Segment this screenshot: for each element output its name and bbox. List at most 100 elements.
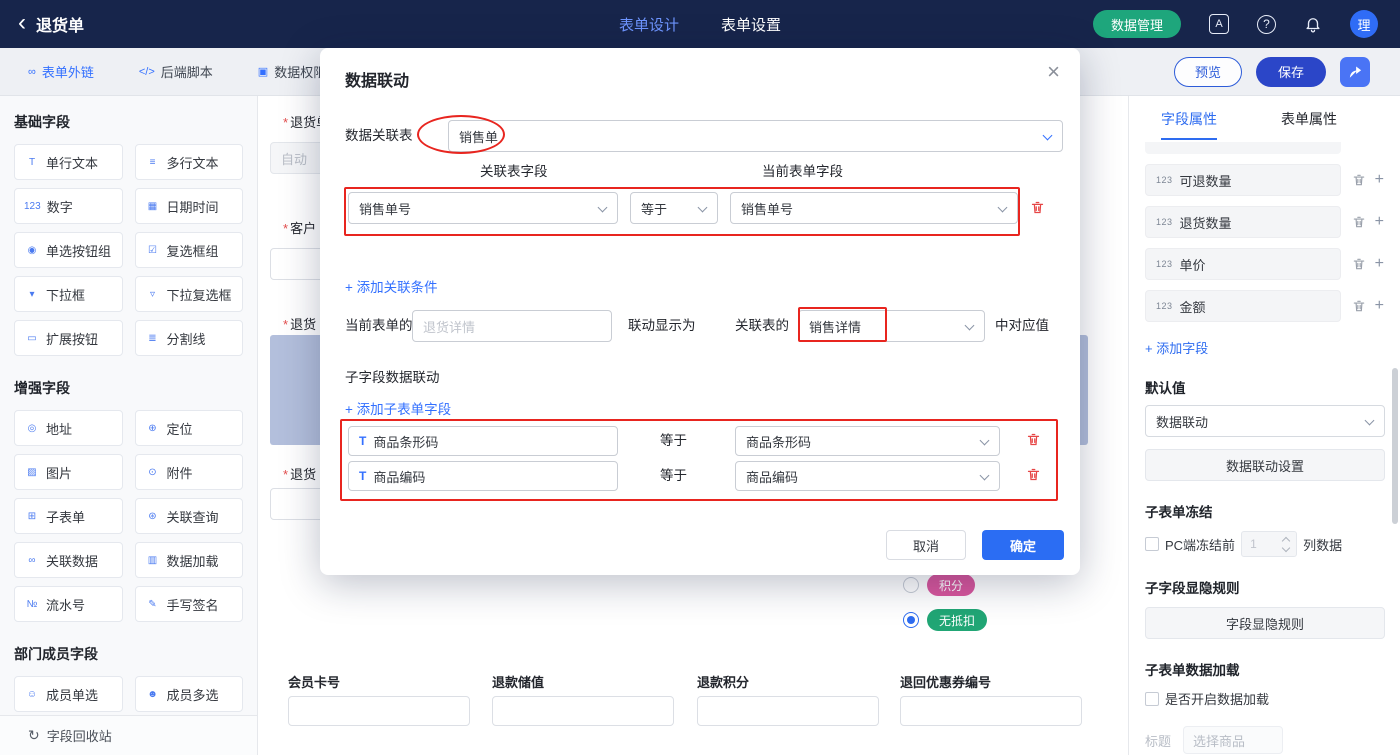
help-icon[interactable]: ? [1257,15,1276,34]
external-link-button[interactable]: ∞ 表单外链 [28,62,94,81]
save-button[interactable]: 保存 [1256,57,1326,87]
radio-icon[interactable] [903,577,919,593]
field-palette-item[interactable]: ▥数据加载 [135,542,244,578]
share-button[interactable] [1340,57,1370,87]
data-load-checkbox[interactable] [1145,692,1159,706]
select-value: 商品条形码 [746,432,811,451]
link-label: 后端脚本 [161,62,213,81]
operator-select[interactable]: 等于 [630,192,718,224]
field-palette-item[interactable]: T单行文本 [14,144,123,180]
subfield-chip[interactable]: 123单价 [1145,248,1341,280]
add-subfield-link[interactable]: + 添加子表单字段 [345,398,451,418]
field-palette-item[interactable]: ✎手写签名 [135,586,244,622]
add-icon[interactable]: + [1375,298,1384,314]
subfield-chip[interactable]: 123退货数量 [1145,206,1341,238]
default-value-select[interactable]: 数据联动 [1145,405,1385,437]
subfield-section-title: 子字段数据联动 [345,362,440,394]
member-card-input[interactable] [288,696,470,726]
select-value: 等于 [641,199,667,218]
close-icon[interactable]: × [1047,61,1060,83]
subfield-input[interactable]: T 商品编码 [348,461,618,491]
field-palette-item[interactable]: ▾下拉框 [14,276,123,312]
field-palette-item[interactable]: ▿下拉复选框 [135,276,244,312]
field-palette-item[interactable]: ⊞子表单 [14,498,123,534]
chevron-down-icon[interactable] [1282,544,1290,552]
tab-form-design[interactable]: 表单设计 [619,14,679,35]
text-type-icon: T [359,434,366,448]
radio-option-no-deduction[interactable]: 无抵扣 [903,609,987,631]
notification-bell-icon[interactable] [1304,15,1322,33]
field-label: 单选按钮组 [46,241,111,260]
delete-icon[interactable] [1352,257,1366,271]
delete-subfield-icon[interactable] [1026,467,1042,483]
add-field-link[interactable]: + 添加字段 [1145,338,1384,357]
field-palette-item[interactable]: №流水号 [14,586,123,622]
subfield-target-select[interactable]: 商品编码 [735,461,1000,491]
linkage-settings-button[interactable]: 数据联动设置 [1145,449,1385,481]
field-recycle-bin[interactable]: ↻ 字段回收站 [0,715,257,755]
refund-points-input[interactable] [697,696,879,726]
avatar[interactable]: 理 [1350,10,1378,38]
field-palette-item[interactable]: 123数字 [14,188,123,224]
field-palette-item[interactable]: ◉单选按钮组 [14,232,123,268]
add-condition-link[interactable]: + 添加关联条件 [345,276,438,296]
add-icon[interactable]: + [1375,256,1384,272]
data-permission-button[interactable]: ▣ 数据权限 [258,62,326,81]
radio-option-points[interactable]: 积分 [903,574,975,596]
field-palette-item[interactable]: ≡多行文本 [135,144,244,180]
delete-icon[interactable] [1352,173,1366,187]
refund-stored-value-input[interactable] [492,696,674,726]
field-palette-item[interactable]: ◎地址 [14,410,123,446]
delete-condition-icon[interactable] [1030,200,1046,216]
scrollbar-thumb[interactable] [1392,368,1398,524]
delete-icon[interactable] [1352,299,1366,313]
field-palette-item[interactable]: ∞关联数据 [14,542,123,578]
number-icon: 123 [24,201,41,212]
language-icon[interactable]: A [1209,14,1229,34]
preview-button[interactable]: 预览 [1174,57,1242,87]
field-palette-item[interactable]: ▦日期时间 [135,188,244,224]
current-field-select[interactable]: 销售单号 [730,192,1018,224]
delete-icon[interactable] [1352,215,1366,229]
add-icon[interactable]: + [1375,172,1384,188]
subfield-input[interactable]: T 商品条形码 [348,426,618,456]
field-palette-item[interactable]: ▭扩展按钮 [14,320,123,356]
field-palette-item[interactable]: ☻成员多选 [135,676,244,712]
field-palette-item[interactable]: ⊙附件 [135,454,244,490]
field-palette-item[interactable]: ≣分割线 [135,320,244,356]
subfield-chip[interactable]: 123金额 [1145,290,1341,322]
subform-freeze-heading: 子表单冻结 [1145,501,1384,521]
backend-script-button[interactable]: </> 后端脚本 [139,62,213,81]
option-badge: 无抵扣 [927,609,987,631]
back-icon[interactable]: ‹ [18,11,26,35]
display-field-input[interactable]: 退货详情 [412,310,612,342]
field-palette-item[interactable]: ☺成员单选 [14,676,123,712]
delete-subfield-icon[interactable] [1026,432,1042,448]
data-manage-button[interactable]: 数据管理 [1093,10,1181,38]
field-label: *退货 [283,314,316,333]
tab-form-settings[interactable]: 表单设置 [721,14,781,35]
tab-form-properties[interactable]: 表单属性 [1281,109,1337,140]
basic-fields-grid: T单行文本 ≡多行文本 123数字 ▦日期时间 ◉单选按钮组 ☑复选框组 ▾下拉… [14,144,243,356]
field-palette-item[interactable]: ⊕定位 [135,410,244,446]
field-palette-item[interactable]: ☑复选框组 [135,232,244,268]
visibility-rules-button[interactable]: 字段显隐规则 [1145,607,1385,639]
tab-field-properties[interactable]: 字段属性 [1161,109,1217,140]
freeze-count-stepper[interactable]: 1 [1241,531,1297,557]
subfield-chip[interactable]: 123可退数量 [1145,164,1341,196]
relation-table-select[interactable]: 销售单 [448,120,1063,152]
confirm-button[interactable]: 确定 [982,530,1064,560]
radio-checked-icon[interactable] [903,612,919,628]
field-palette-item[interactable]: ⊛关联查询 [135,498,244,534]
freeze-checkbox[interactable] [1145,537,1159,551]
cancel-button[interactable]: 取消 [886,530,966,560]
coupon-number-input[interactable] [900,696,1082,726]
subfield-target-select[interactable]: 商品条形码 [735,426,1000,456]
field-label: 关联查询 [167,507,219,526]
field-palette-item[interactable]: ▨图片 [14,454,123,490]
related-display-select[interactable]: 销售详情 [798,310,985,342]
related-field-select[interactable]: 销售单号 [348,192,618,224]
chevron-down-icon [998,203,1008,213]
member-fields-grid: ☺成员单选 ☻成员多选 [14,676,243,712]
add-icon[interactable]: + [1375,214,1384,230]
